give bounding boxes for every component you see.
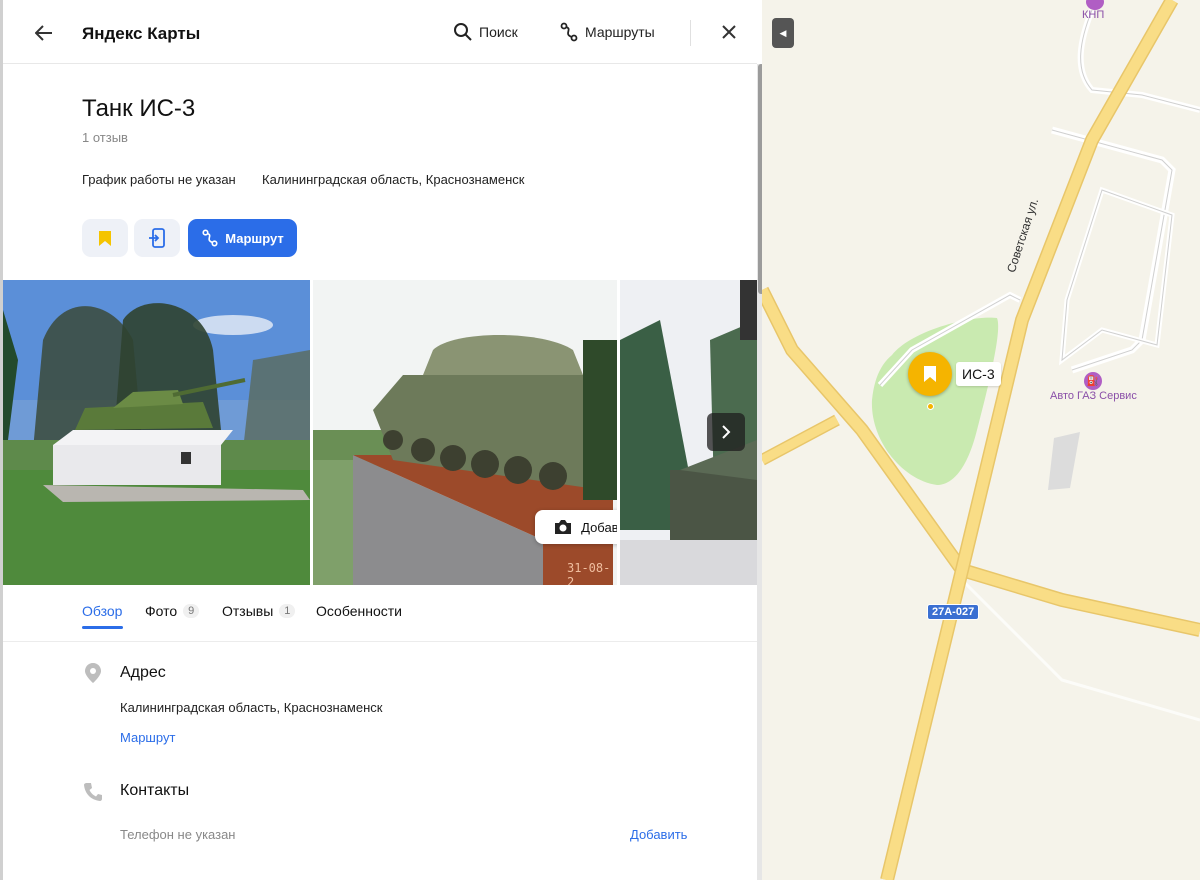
- camera-icon: [555, 520, 572, 534]
- route-button[interactable]: Маршрут: [188, 219, 297, 257]
- collapse-panel-button[interactable]: ◀: [772, 18, 794, 48]
- tab-active-indicator: [82, 626, 123, 629]
- full-address[interactable]: Калининградская область, Краснознаменск: [120, 700, 382, 715]
- gas-station-label[interactable]: Авто ГАЗ Сервис: [1050, 390, 1137, 402]
- scrollbar-thumb[interactable]: [758, 64, 762, 294]
- place-title: Танк ИС-3: [82, 95, 196, 122]
- back-arrow-icon[interactable]: [31, 20, 57, 46]
- place-pin-bookmark-icon[interactable]: [908, 352, 952, 396]
- map-view[interactable]: ◀ КНП Советская ул. ИС-3 ⛽ Авто ГАЗ Серв…: [762, 0, 1200, 880]
- address-section-title: Адрес: [120, 664, 166, 681]
- tab-reviews[interactable]: Отзывы 1: [222, 603, 296, 619]
- add-photo-button[interactable]: Добавить фото: [535, 510, 617, 544]
- add-photo-label: Добавить фото: [581, 519, 617, 535]
- phone-handset-icon: [82, 781, 104, 803]
- reviews-count[interactable]: 1 отзыв: [82, 130, 128, 145]
- address-route-link[interactable]: Маршрут: [120, 730, 175, 745]
- bookmark-icon: [99, 230, 111, 246]
- tab-photos-count: 9: [183, 604, 200, 618]
- tab-reviews-label: Отзывы: [222, 603, 274, 619]
- tab-features[interactable]: Особенности: [316, 603, 402, 619]
- knp-label[interactable]: КНП: [1082, 9, 1104, 21]
- search-icon: [454, 23, 472, 41]
- place-card-panel: Яндекс Карты Поиск Маршруты Танк ИС-3 1 …: [0, 0, 762, 880]
- header-divider: [690, 20, 691, 46]
- tab-features-label: Особенности: [316, 603, 402, 619]
- map-canvas: [762, 0, 1200, 880]
- bookmark-button[interactable]: [82, 219, 128, 257]
- photo-date-stamp: 31-08-2: [567, 561, 611, 585]
- location-pin-icon: [82, 662, 104, 684]
- tab-overview[interactable]: Обзор: [82, 603, 122, 619]
- tab-overview-label: Обзор: [82, 603, 123, 619]
- tab-photos[interactable]: Фото 9: [145, 603, 200, 619]
- gas-station-icon[interactable]: ⛽: [1084, 372, 1102, 390]
- search-label: Поиск: [479, 24, 518, 40]
- contacts-section-title: Контакты: [120, 782, 190, 799]
- place-pin-label[interactable]: ИС-3: [956, 362, 1001, 386]
- routes-button[interactable]: Маршруты: [559, 22, 655, 42]
- phone-not-specified: Телефон не указан: [120, 827, 236, 842]
- place-location-dot: [927, 403, 934, 410]
- routes-label: Маршруты: [585, 24, 655, 40]
- photo-tank-monument[interactable]: [3, 280, 310, 585]
- close-icon[interactable]: [719, 22, 739, 42]
- send-to-phone-button[interactable]: [134, 219, 180, 257]
- photo-gallery[interactable]: Добавить фото 31-08-2: [3, 280, 757, 585]
- tab-photos-label: Фото: [145, 603, 178, 619]
- chevron-right-icon[interactable]: [707, 413, 745, 451]
- short-address: Калининградская область, Краснознаменск: [262, 172, 525, 187]
- route-button-label: Маршрут: [225, 230, 284, 246]
- tab-reviews-count: 1: [279, 604, 296, 618]
- tabs-bar: Обзор Фото 9 Отзывы 1 Особенности: [3, 585, 757, 642]
- add-phone-link[interactable]: Добавить: [630, 827, 687, 842]
- route-icon: [560, 22, 578, 42]
- phone-icon: [149, 228, 165, 248]
- route-icon: [202, 229, 218, 247]
- photo-tank-closeup[interactable]: Добавить фото 31-08-2: [313, 280, 617, 585]
- app-title[interactable]: Яндекс Карты: [82, 24, 200, 44]
- working-hours: График работы не указан: [82, 172, 236, 187]
- road-number-badge: 27А-027: [927, 604, 980, 620]
- search-button[interactable]: Поиск: [453, 22, 518, 42]
- panel-header: Яндекс Карты Поиск Маршруты: [3, 0, 757, 64]
